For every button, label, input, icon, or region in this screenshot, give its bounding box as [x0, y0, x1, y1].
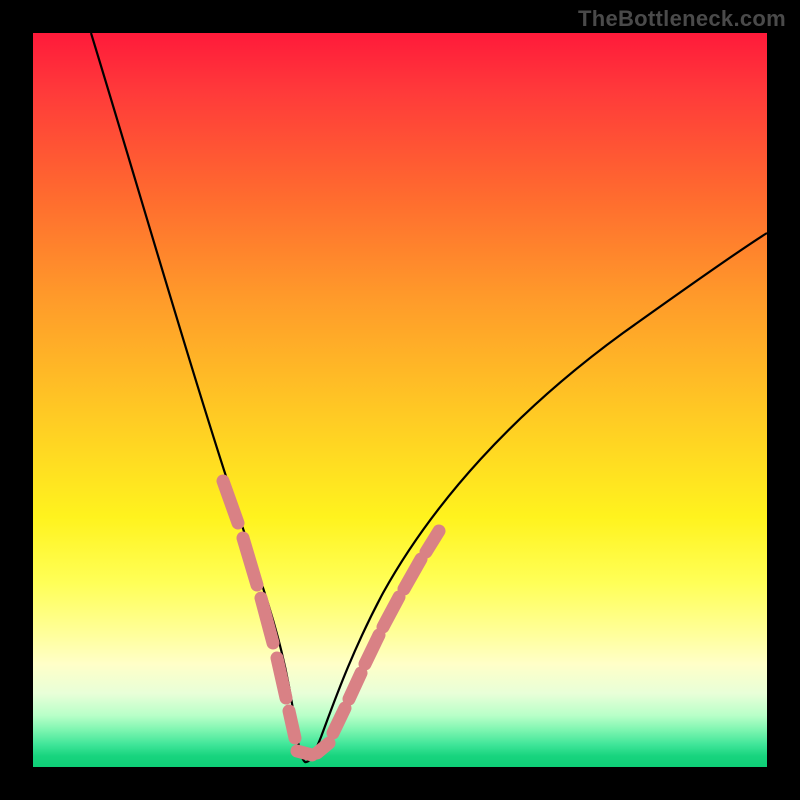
bottleneck-curve	[91, 33, 767, 762]
plot-area	[33, 33, 767, 767]
watermark-text: TheBottleneck.com	[578, 6, 786, 32]
highlight-beads	[223, 481, 439, 755]
chart-svg	[33, 33, 767, 767]
chart-frame: TheBottleneck.com	[0, 0, 800, 800]
